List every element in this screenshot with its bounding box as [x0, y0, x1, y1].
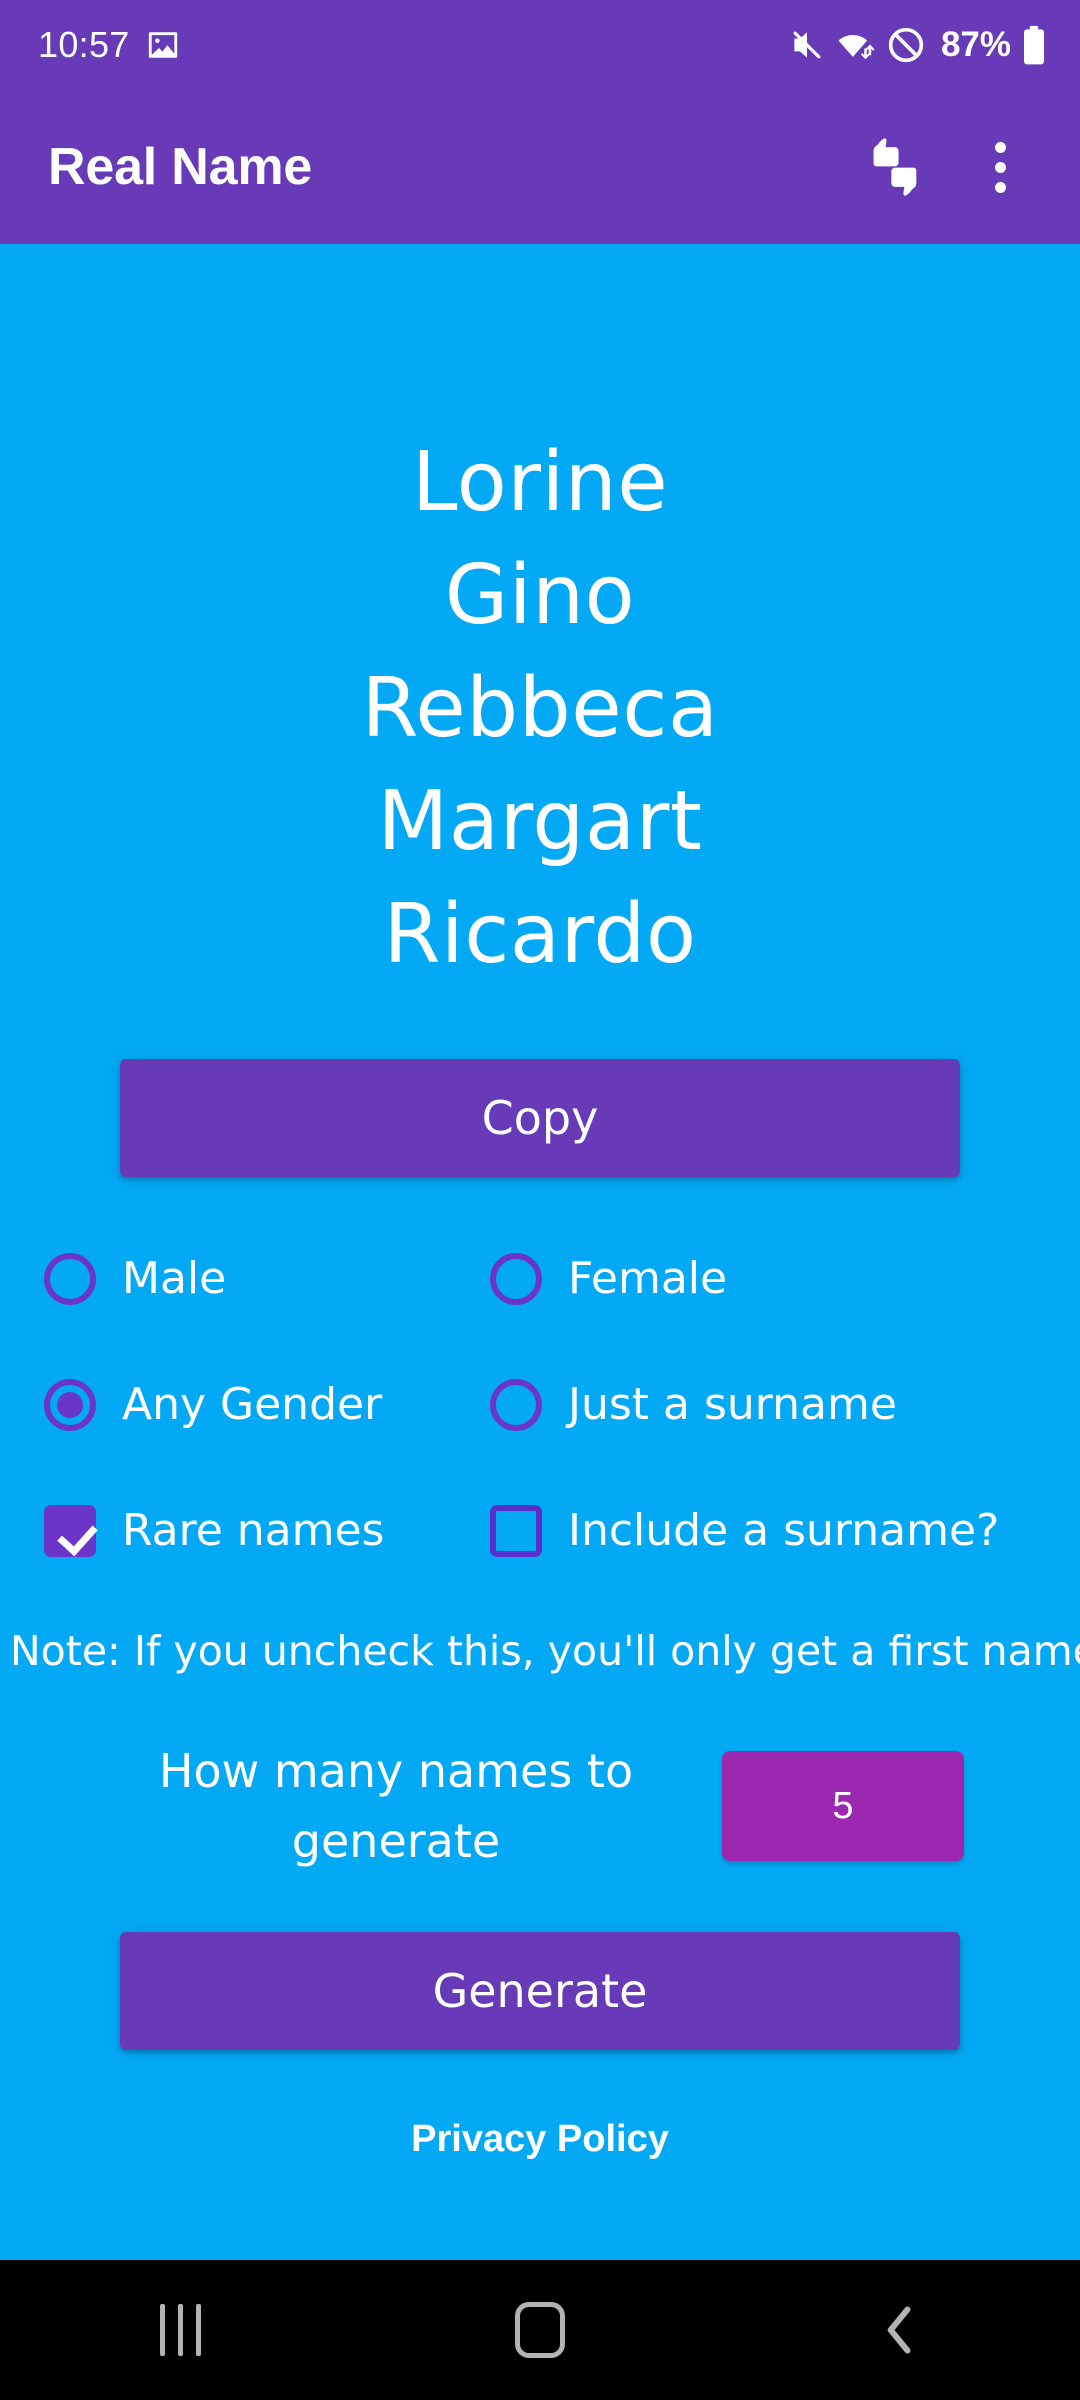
recents-bars [159, 2304, 201, 2356]
privacy-policy-link[interactable]: Privacy Policy [0, 2118, 1080, 2161]
radio-option-any-gender[interactable]: Any Gender [44, 1379, 490, 1431]
status-bar-right: 87% [788, 25, 1046, 65]
radio-option-male[interactable]: Male [44, 1253, 490, 1305]
home-square [515, 2302, 565, 2358]
image-icon [146, 28, 180, 62]
overflow-menu-icon[interactable] [948, 115, 1052, 219]
app-bar: Real Name [0, 90, 1080, 244]
radio-female-indicator[interactable] [490, 1253, 542, 1305]
name-count-row: How many names to generate [0, 1736, 1080, 1876]
status-clock: 10:57 [38, 24, 130, 65]
page-title: Real Name [48, 138, 313, 196]
checkbox-row: Rare names Include a surname? [44, 1487, 1044, 1575]
feedback-thumbs-icon[interactable] [844, 115, 948, 219]
radio-any-gender-indicator[interactable] [44, 1379, 96, 1431]
generated-names-list: Lorine Gino Rebbeca Margart Ricardo [0, 426, 1080, 991]
generated-name: Gino [444, 548, 636, 643]
status-bar: 10:57 87% [0, 0, 1080, 90]
status-bar-left: 10:57 [38, 24, 180, 66]
overflow-dots [994, 141, 1006, 193]
system-nav-bar [0, 2260, 1080, 2400]
generated-name: Margart [377, 774, 703, 869]
mute-icon [788, 26, 826, 64]
gender-row-1: Male Female [44, 1235, 1044, 1323]
radio-male-label: Male [122, 1253, 227, 1304]
gender-row-2: Any Gender Just a surname [44, 1361, 1044, 1449]
copy-button[interactable]: Copy [120, 1059, 960, 1177]
checkbox-include-surname-indicator[interactable] [490, 1505, 542, 1557]
back-chevron [887, 2306, 911, 2354]
back-icon[interactable] [810, 2260, 990, 2400]
phone-screen: 10:57 87% Real Name Lorine Gino Rebbeca … [0, 0, 1080, 2400]
checkbox-option-rare-names[interactable]: Rare names [44, 1505, 490, 1557]
wifi-icon [835, 26, 877, 64]
home-icon[interactable] [450, 2260, 630, 2400]
options-group: Male Female Any Gender Just a surname Ra… [0, 1235, 1080, 1575]
checkbox-option-include-surname[interactable]: Include a surname? [490, 1505, 1044, 1557]
name-count-label: How many names to generate [158, 1744, 634, 1869]
radio-male-indicator[interactable] [44, 1253, 96, 1305]
checkbox-rare-names-label: Rare names [122, 1505, 385, 1556]
note-text: Note: If you uncheck this, you'll only g… [10, 1627, 1080, 1675]
radio-female-label: Female [568, 1253, 728, 1304]
recents-icon[interactable] [90, 2260, 270, 2400]
radio-just-surname-label: Just a surname [568, 1379, 897, 1430]
recents-bar [177, 2304, 183, 2356]
radio-option-just-surname[interactable]: Just a surname [490, 1379, 1044, 1431]
radio-any-gender-label: Any Gender [122, 1379, 383, 1430]
radio-just-surname-indicator[interactable] [490, 1379, 542, 1431]
generated-name: Ricardo [383, 887, 697, 982]
name-count-input[interactable] [722, 1751, 964, 1862]
recents-bar [159, 2304, 165, 2356]
checkbox-rare-names-indicator[interactable] [44, 1505, 96, 1557]
battery-icon [1022, 25, 1046, 65]
generated-name: Rebbeca [361, 661, 719, 756]
menu-dot [994, 141, 1006, 153]
generate-button[interactable]: Generate [120, 1932, 960, 2051]
do-not-disturb-icon [886, 25, 926, 65]
checkbox-include-surname-label: Include a surname? [568, 1505, 1000, 1556]
menu-dot [994, 161, 1006, 173]
generated-name: Lorine [411, 435, 669, 530]
recents-bar [195, 2304, 201, 2356]
menu-dot [994, 181, 1006, 193]
battery-percent: 87% [940, 25, 1011, 64]
main-content: Lorine Gino Rebbeca Margart Ricardo Copy… [0, 244, 1080, 2260]
radio-option-female[interactable]: Female [490, 1253, 1044, 1305]
